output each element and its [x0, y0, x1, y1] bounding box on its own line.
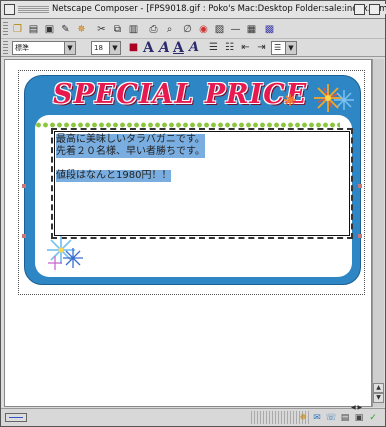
- copy-icon[interactable]: ⧉: [111, 23, 124, 36]
- table-icon[interactable]: ▦: [245, 23, 258, 36]
- publish-icon[interactable]: ✎: [59, 23, 72, 36]
- composer-icon[interactable]: ▤: [339, 412, 351, 424]
- spell-icon[interactable]: ▩: [263, 23, 276, 36]
- zoom-box[interactable]: [354, 4, 365, 15]
- paste-icon[interactable]: ▥: [127, 23, 140, 36]
- paragraph-style-select[interactable]: 標準 ▼: [12, 41, 76, 55]
- image-icon[interactable]: ▨: [213, 23, 226, 36]
- editor-content[interactable]: SPECIAL PRICE 最高に美味しいタラバガニです。 先着２０名様、早い者…: [4, 59, 372, 407]
- cut-icon[interactable]: ✂: [95, 23, 108, 36]
- outdent-icon[interactable]: ⇤: [239, 41, 252, 54]
- font-size-value: 18: [94, 44, 103, 52]
- print-icon[interactable]: ⎙: [147, 23, 160, 36]
- hline-icon[interactable]: —: [229, 23, 242, 36]
- font-size-select[interactable]: 18 ▼: [91, 41, 121, 55]
- text-line-2[interactable]: 先着２０名様、早い者勝ちです。: [56, 146, 205, 158]
- collapse-box[interactable]: [369, 4, 380, 15]
- text-line-1[interactable]: 最高に美味しいタラバガニです。: [56, 134, 205, 146]
- toolbar-grip[interactable]: [3, 22, 8, 36]
- scroll-up-icon[interactable]: ▲: [373, 383, 384, 393]
- mail-icon[interactable]: ✉: [311, 412, 323, 424]
- text-color-icon[interactable]: ■: [127, 41, 140, 54]
- progress-line: [9, 417, 23, 418]
- resize-handle-bottom-left[interactable]: [22, 234, 26, 238]
- format-toolbar: 標準 ▼ 18 ▼ ■ A A A A ☰ ☷ ⇤ ⇥ ☰ ▼: [1, 39, 385, 57]
- flower-icon: [47, 236, 83, 270]
- text-line-3[interactable]: 値段はなんと1980円！！: [56, 170, 172, 182]
- title-bar[interactable]: Netscape Composer - [FPS9018.gif : Poko'…: [1, 1, 386, 19]
- vertical-scrollbar[interactable]: ▲ ▼: [372, 59, 384, 407]
- paragraph-style-value: 標準: [15, 44, 29, 52]
- close-box[interactable]: [4, 4, 15, 15]
- resize-handle-left[interactable]: [22, 184, 26, 188]
- bullet-list-icon[interactable]: ☰: [207, 41, 220, 54]
- special-price-card[interactable]: SPECIAL PRICE 最高に美味しいタラバガニです。 先着２０名様、早い者…: [22, 75, 362, 285]
- open-icon[interactable]: ▤: [27, 23, 40, 36]
- save-icon[interactable]: ▣: [43, 23, 56, 36]
- navigator-icon[interactable]: ✵: [297, 412, 309, 424]
- main-toolbar: ❐ ▤ ▣ ✎ ✵ ✂ ⧉ ▥ ⎙ ⌕ ∅ ◉ ▨ — ▦ ▩: [1, 20, 385, 39]
- resize-handle-right[interactable]: [358, 184, 362, 188]
- text-cell[interactable]: 最高に美味しいタラバガニです。 先着２０名様、早い者勝ちです。 値段はなんと19…: [51, 128, 353, 239]
- composer-window: Netscape Composer - [FPS9018.gif : Poko'…: [0, 0, 386, 427]
- window-title: Netscape Composer - [FPS9018.gif : Poko'…: [49, 4, 386, 14]
- banner-title: SPECIAL PRICE: [53, 79, 308, 110]
- indent-icon[interactable]: ⇥: [255, 41, 268, 54]
- clear-style-button[interactable]: A: [189, 40, 199, 56]
- bold-button[interactable]: A: [143, 40, 154, 56]
- chevron-down-icon: ▼: [109, 42, 120, 54]
- target-icon[interactable]: ◉: [197, 23, 210, 36]
- align-select[interactable]: ☰ ▼: [271, 41, 297, 55]
- link-icon[interactable]: ∅: [181, 23, 194, 36]
- chevron-down-icon: ▼: [285, 42, 296, 54]
- browse-icon[interactable]: ✵: [75, 23, 88, 36]
- edit-icon[interactable]: ▣: [353, 412, 365, 424]
- italic-button[interactable]: A: [159, 40, 170, 56]
- check-icon[interactable]: ✓: [367, 412, 379, 424]
- align-icon: ☰: [274, 43, 282, 52]
- numbered-list-icon[interactable]: ☷: [223, 41, 236, 54]
- flower-icon: [284, 84, 354, 112]
- chevron-down-icon: ▼: [64, 42, 75, 54]
- text-cell-inner[interactable]: 最高に美味しいタラバガニです。 先着２０名様、早い者勝ちです。 値段はなんと19…: [54, 131, 350, 236]
- discussion-icon[interactable]: ☏: [325, 412, 337, 424]
- resize-handle-bottom-right[interactable]: [358, 234, 362, 238]
- underline-button[interactable]: A: [173, 40, 184, 56]
- find-icon[interactable]: ⌕: [163, 23, 176, 36]
- scroll-down-icon[interactable]: ▼: [373, 393, 384, 403]
- new-page-icon[interactable]: ❐: [11, 23, 24, 36]
- status-bar: ◀ ▶ ✵ ✉ ☏ ▤ ▣ ✓: [1, 404, 385, 426]
- format-toolbar-grip[interactable]: [3, 41, 8, 55]
